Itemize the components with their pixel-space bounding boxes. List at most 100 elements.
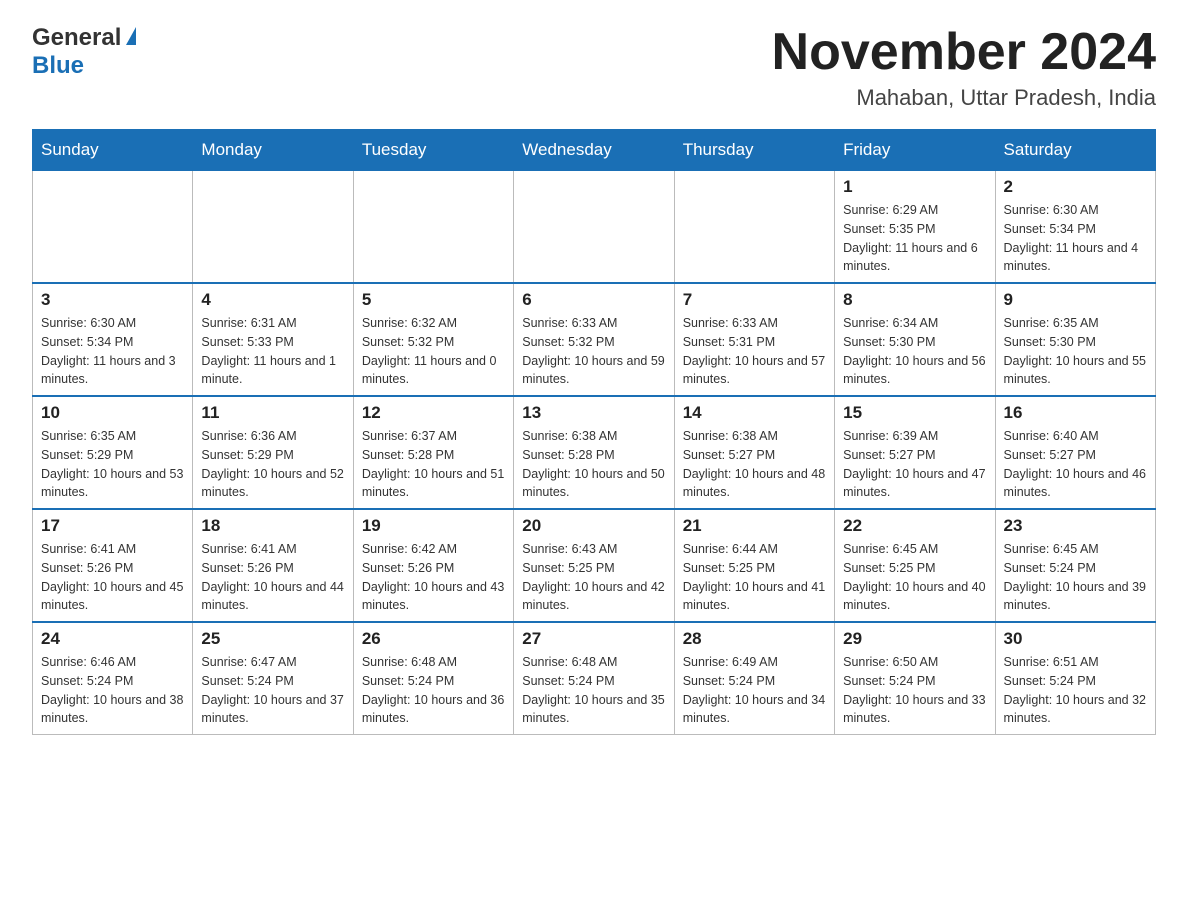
calendar-cell: 2 Sunrise: 6:30 AMSunset: 5:34 PMDaylight… [995, 171, 1155, 284]
calendar-cell: 5 Sunrise: 6:32 AMSunset: 5:32 PMDaylight… [353, 283, 513, 396]
weekday-header-friday: Friday [835, 130, 995, 171]
calendar-cell: 27Sunrise: 6:48 AMSunset: 5:24 PMDayligh… [514, 622, 674, 735]
day-info: Sunrise: 6:48 AMSunset: 5:24 PMDaylight:… [522, 653, 665, 728]
day-number: 14 [683, 403, 826, 423]
day-number: 18 [201, 516, 344, 536]
calendar-cell: 29Sunrise: 6:50 AMSunset: 5:24 PMDayligh… [835, 622, 995, 735]
logo-blue: Blue [32, 52, 84, 79]
day-number: 11 [201, 403, 344, 423]
day-number: 29 [843, 629, 986, 649]
weekday-header-row: SundayMondayTuesdayWednesdayThursdayFrid… [33, 130, 1156, 171]
day-info: Sunrise: 6:41 AMSunset: 5:26 PMDaylight:… [201, 540, 344, 615]
day-number: 6 [522, 290, 665, 310]
day-number: 22 [843, 516, 986, 536]
weekday-header-sunday: Sunday [33, 130, 193, 171]
calendar-row-4: 17 Sunrise: 6:41 AMSunset: 5:26 PMDayligh… [33, 509, 1156, 622]
calendar-cell: 13 Sunrise: 6:38 AMSunset: 5:28 PMDayligh… [514, 396, 674, 509]
calendar-row-2: 3 Sunrise: 6:30 AMSunset: 5:34 PMDaylight… [33, 283, 1156, 396]
day-number: 2 [1004, 177, 1147, 197]
day-number: 5 [362, 290, 505, 310]
day-number: 15 [843, 403, 986, 423]
calendar-cell: 4 Sunrise: 6:31 AMSunset: 5:33 PMDaylight… [193, 283, 353, 396]
day-number: 25 [201, 629, 344, 649]
calendar-cell: 6 Sunrise: 6:33 AMSunset: 5:32 PMDaylight… [514, 283, 674, 396]
day-info: Sunrise: 6:43 AMSunset: 5:25 PMDaylight:… [522, 540, 665, 615]
day-number: 28 [683, 629, 826, 649]
calendar-row-1: 1Sunrise: 6:29 AMSunset: 5:35 PMDaylight… [33, 171, 1156, 284]
day-number: 20 [522, 516, 665, 536]
day-info: Sunrise: 6:38 AMSunset: 5:27 PMDaylight:… [683, 427, 826, 502]
calendar-cell: 1Sunrise: 6:29 AMSunset: 5:35 PMDaylight… [835, 171, 995, 284]
weekday-header-thursday: Thursday [674, 130, 834, 171]
weekday-header-wednesday: Wednesday [514, 130, 674, 171]
calendar-row-3: 10Sunrise: 6:35 AMSunset: 5:29 PMDayligh… [33, 396, 1156, 509]
day-number: 4 [201, 290, 344, 310]
calendar-cell: 3 Sunrise: 6:30 AMSunset: 5:34 PMDaylight… [33, 283, 193, 396]
calendar-cell [674, 171, 834, 284]
title-area: November 2024 Mahaban, Uttar Pradesh, In… [772, 24, 1156, 111]
calendar-cell: 8Sunrise: 6:34 AMSunset: 5:30 PMDaylight… [835, 283, 995, 396]
day-info: Sunrise: 6:42 AMSunset: 5:26 PMDaylight:… [362, 540, 505, 615]
day-number: 9 [1004, 290, 1147, 310]
calendar-cell: 10Sunrise: 6:35 AMSunset: 5:29 PMDayligh… [33, 396, 193, 509]
day-info: Sunrise: 6:40 AMSunset: 5:27 PMDaylight:… [1004, 427, 1147, 502]
day-number: 12 [362, 403, 505, 423]
logo-triangle-icon [126, 27, 136, 45]
calendar-cell: 9 Sunrise: 6:35 AMSunset: 5:30 PMDaylight… [995, 283, 1155, 396]
day-info: Sunrise: 6:31 AMSunset: 5:33 PMDaylight:… [201, 314, 344, 389]
day-number: 10 [41, 403, 184, 423]
day-info: Sunrise: 6:33 AMSunset: 5:31 PMDaylight:… [683, 314, 826, 389]
day-info: Sunrise: 6:33 AMSunset: 5:32 PMDaylight:… [522, 314, 665, 389]
day-number: 17 [41, 516, 184, 536]
day-info: Sunrise: 6:35 AMSunset: 5:30 PMDaylight:… [1004, 314, 1147, 389]
calendar-cell: 12 Sunrise: 6:37 AMSunset: 5:28 PMDayligh… [353, 396, 513, 509]
calendar-cell: 24Sunrise: 6:46 AMSunset: 5:24 PMDayligh… [33, 622, 193, 735]
weekday-header-saturday: Saturday [995, 130, 1155, 171]
day-info: Sunrise: 6:34 AMSunset: 5:30 PMDaylight:… [843, 314, 986, 389]
day-number: 23 [1004, 516, 1147, 536]
day-number: 1 [843, 177, 986, 197]
weekday-header-monday: Monday [193, 130, 353, 171]
calendar-row-5: 24Sunrise: 6:46 AMSunset: 5:24 PMDayligh… [33, 622, 1156, 735]
calendar-cell: 20 Sunrise: 6:43 AMSunset: 5:25 PMDayligh… [514, 509, 674, 622]
day-number: 21 [683, 516, 826, 536]
calendar-cell: 23 Sunrise: 6:45 AMSunset: 5:24 PMDayligh… [995, 509, 1155, 622]
day-number: 19 [362, 516, 505, 536]
calendar-cell: 14 Sunrise: 6:38 AMSunset: 5:27 PMDayligh… [674, 396, 834, 509]
calendar-cell: 15 Sunrise: 6:39 AMSunset: 5:27 PMDayligh… [835, 396, 995, 509]
day-number: 30 [1004, 629, 1147, 649]
day-info: Sunrise: 6:45 AMSunset: 5:24 PMDaylight:… [1004, 540, 1147, 615]
day-info: Sunrise: 6:30 AMSunset: 5:34 PMDaylight:… [41, 314, 184, 389]
calendar-cell [193, 171, 353, 284]
day-info: Sunrise: 6:41 AMSunset: 5:26 PMDaylight:… [41, 540, 184, 615]
calendar-cell: 28 Sunrise: 6:49 AMSunset: 5:24 PMDayligh… [674, 622, 834, 735]
location-title: Mahaban, Uttar Pradesh, India [772, 85, 1156, 111]
calendar-cell: 7 Sunrise: 6:33 AMSunset: 5:31 PMDaylight… [674, 283, 834, 396]
day-info: Sunrise: 6:46 AMSunset: 5:24 PMDaylight:… [41, 653, 184, 728]
calendar-cell: 25 Sunrise: 6:47 AMSunset: 5:24 PMDayligh… [193, 622, 353, 735]
logo-general: General [32, 24, 121, 52]
calendar-cell: 16 Sunrise: 6:40 AMSunset: 5:27 PMDayligh… [995, 396, 1155, 509]
calendar-cell [514, 171, 674, 284]
day-info: Sunrise: 6:30 AMSunset: 5:34 PMDaylight:… [1004, 201, 1147, 276]
day-info: Sunrise: 6:32 AMSunset: 5:32 PMDaylight:… [362, 314, 505, 389]
day-number: 7 [683, 290, 826, 310]
calendar-cell: 22 Sunrise: 6:45 AMSunset: 5:25 PMDayligh… [835, 509, 995, 622]
day-info: Sunrise: 6:39 AMSunset: 5:27 PMDaylight:… [843, 427, 986, 502]
calendar-cell [353, 171, 513, 284]
calendar-cell: 30 Sunrise: 6:51 AMSunset: 5:24 PMDayligh… [995, 622, 1155, 735]
day-info: Sunrise: 6:37 AMSunset: 5:28 PMDaylight:… [362, 427, 505, 502]
day-number: 3 [41, 290, 184, 310]
day-info: Sunrise: 6:38 AMSunset: 5:28 PMDaylight:… [522, 427, 665, 502]
day-info: Sunrise: 6:45 AMSunset: 5:25 PMDaylight:… [843, 540, 986, 615]
day-info: Sunrise: 6:36 AMSunset: 5:29 PMDaylight:… [201, 427, 344, 502]
day-number: 26 [362, 629, 505, 649]
page-header: General Blue November 2024 Mahaban, Utta… [32, 24, 1156, 111]
day-number: 16 [1004, 403, 1147, 423]
calendar-cell: 26Sunrise: 6:48 AMSunset: 5:24 PMDayligh… [353, 622, 513, 735]
weekday-header-tuesday: Tuesday [353, 130, 513, 171]
day-info: Sunrise: 6:47 AMSunset: 5:24 PMDaylight:… [201, 653, 344, 728]
day-info: Sunrise: 6:49 AMSunset: 5:24 PMDaylight:… [683, 653, 826, 728]
day-info: Sunrise: 6:51 AMSunset: 5:24 PMDaylight:… [1004, 653, 1147, 728]
day-number: 13 [522, 403, 665, 423]
